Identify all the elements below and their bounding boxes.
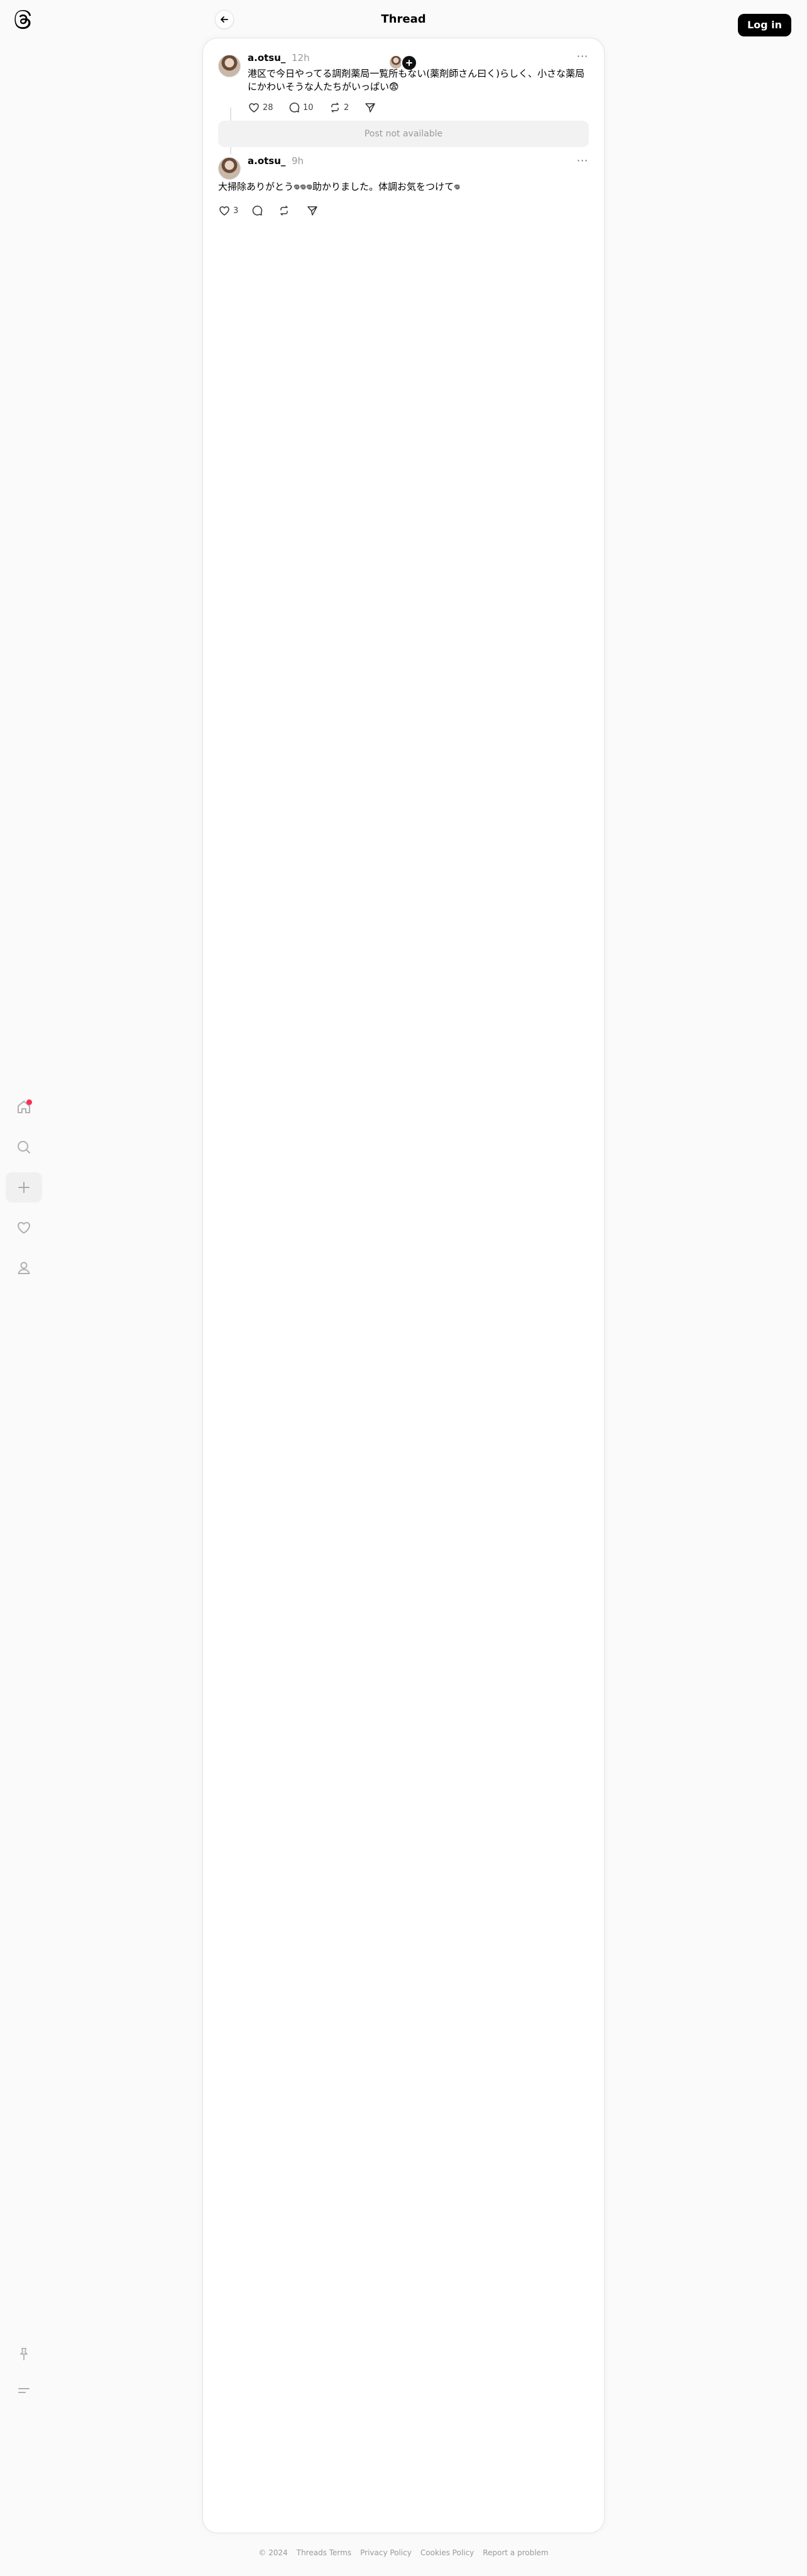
more-options-button[interactable]: ···: [575, 52, 590, 63]
more-horizontal-icon: ···: [576, 155, 589, 167]
reply-count: 10: [303, 102, 314, 113]
heart-icon: [248, 101, 260, 114]
notification-dot: [26, 1099, 32, 1105]
repost-icon: [278, 204, 290, 217]
search-icon: [16, 1139, 32, 1155]
post-text: 大掃除ありがとう𖦹𖦹𖦹助かりました。体調お気をつけて𖦹: [218, 181, 461, 192]
more-horizontal-icon: ···: [576, 50, 589, 62]
page-title: Thread: [381, 13, 426, 26]
reply-button[interactable]: 10: [288, 100, 314, 115]
avatar[interactable]: [218, 157, 241, 180]
repost-icon: [329, 101, 341, 114]
arrow-left-icon: [219, 14, 229, 25]
repost-button[interactable]: 2: [329, 100, 349, 115]
pin-icon: [16, 2347, 31, 2362]
footer-link-report[interactable]: Report a problem: [483, 2548, 548, 2561]
heart-icon: [16, 1219, 32, 1236]
repost-button[interactable]: [278, 203, 290, 218]
footer-link-terms[interactable]: Threads Terms: [297, 2548, 351, 2561]
sidebar-item-pin[interactable]: [6, 2339, 42, 2369]
share-button[interactable]: [306, 203, 319, 218]
like-count: 28: [263, 102, 273, 113]
post-timestamp[interactable]: 9h: [292, 155, 304, 167]
send-icon: [306, 204, 319, 217]
sidebar-item-activity[interactable]: [6, 1213, 42, 1243]
more-options-button[interactable]: ···: [575, 155, 590, 168]
comment-icon: [251, 204, 263, 217]
share-button[interactable]: [364, 100, 376, 115]
login-button[interactable]: Log in: [738, 14, 791, 36]
footer-link-privacy[interactable]: Privacy Policy: [360, 2548, 412, 2561]
sidebar-item-search[interactable]: [6, 1132, 42, 1162]
sidebar-item-create[interactable]: [6, 1172, 42, 1203]
post-timestamp[interactable]: 12h: [292, 52, 310, 63]
footer-copyright: © 2024: [258, 2548, 288, 2557]
like-count: 3: [233, 206, 239, 216]
sidebar-item-profile[interactable]: [6, 1253, 42, 1283]
sidebar-item-home[interactable]: [6, 1092, 42, 1122]
comment-icon: [288, 101, 300, 114]
send-icon: [364, 101, 376, 114]
post-text: 港区で今日やってる調剤薬局一覧所もない(薬剤師さん曰く)らしく、小さな薬局にかわ…: [248, 68, 585, 92]
sidebar-item-menu[interactable]: [6, 2375, 42, 2406]
heart-icon: [218, 204, 231, 217]
plus-icon: [16, 1180, 31, 1195]
footer-link-cookies[interactable]: Cookies Policy: [420, 2548, 474, 2561]
post-unavailable-notice: Post not available: [218, 121, 589, 147]
menu-icon: [16, 2383, 31, 2398]
back-button[interactable]: [215, 10, 234, 29]
reply-button[interactable]: [251, 203, 263, 218]
person-icon: [16, 1260, 32, 1276]
thread-card: a.otsu_ 12h ··· 港区で今日やってる調剤薬局一覧所もない(薬剤師さ…: [202, 38, 605, 2533]
threads-logo-icon[interactable]: [12, 8, 35, 31]
footer: © 2024 Threads Terms Privacy Policy Cook…: [0, 2548, 807, 2561]
repost-count: 2: [344, 102, 349, 113]
like-button[interactable]: 28: [248, 100, 273, 115]
avatar[interactable]: [218, 55, 241, 77]
like-button[interactable]: 3: [218, 203, 238, 218]
post-username[interactable]: a.otsu_: [248, 155, 285, 167]
post-username[interactable]: a.otsu_: [248, 52, 285, 63]
